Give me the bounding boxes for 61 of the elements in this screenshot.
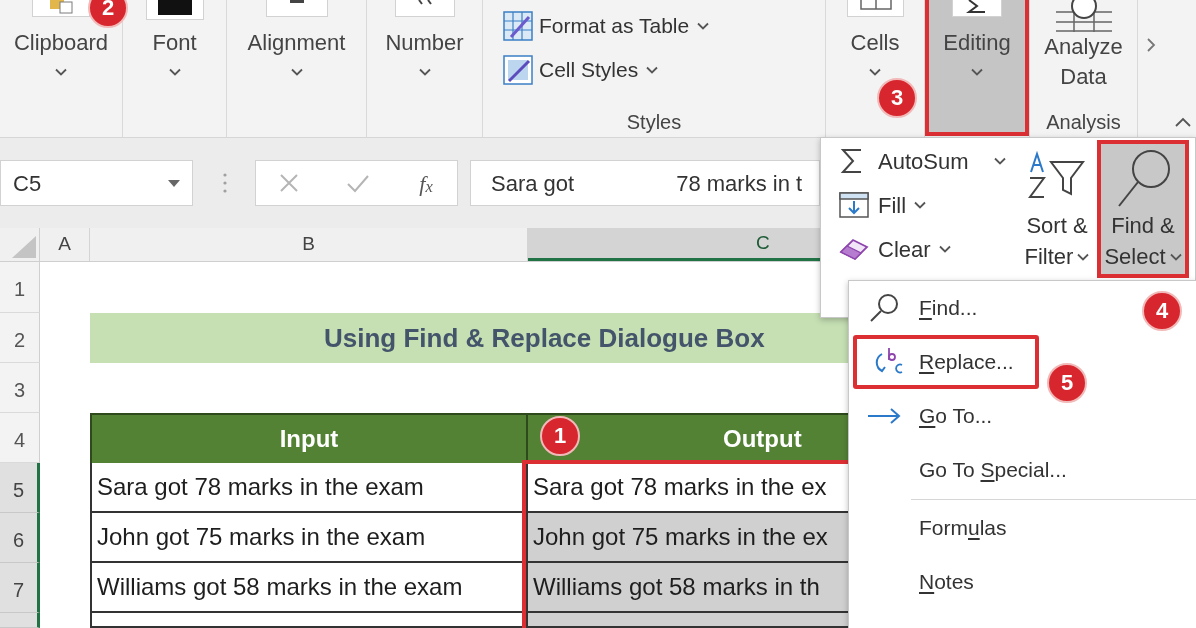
arrow-right-icon <box>867 408 901 424</box>
ribbon-group-button[interactable]: Editing <box>925 0 1029 136</box>
group-label: Analysis <box>1046 110 1121 135</box>
group-label: Styles <box>626 110 682 135</box>
dropdown-triangle-icon <box>168 179 180 187</box>
row-header[interactable]: 1 <box>0 262 40 313</box>
chevron-right-icon[interactable] <box>1146 37 1156 53</box>
chevron-down-icon <box>993 157 1006 165</box>
chevron-down-icon <box>1077 252 1090 261</box>
row-header[interactable] <box>0 613 40 628</box>
row-header[interactable]: 4 <box>0 413 40 463</box>
row-header[interactable]: 3 <box>0 363 40 413</box>
formula-field[interactable]: Sara got 78 marks in t <box>470 160 820 206</box>
sort-filter-icon <box>1027 150 1087 200</box>
sum-icon <box>952 0 1002 17</box>
table-cell: Sara got 78 marks in the exam <box>90 463 528 513</box>
name-box[interactable]: C5 <box>0 160 193 206</box>
row-header[interactable]: 7 <box>0 563 40 613</box>
menu-button[interactable]: Sort & Filter <box>1019 140 1095 278</box>
chevron-down-icon <box>55 68 67 76</box>
chevron-down-icon <box>418 68 431 76</box>
column-header[interactable]: A <box>40 228 90 261</box>
menu-command[interactable]: AutoSum <box>839 139 1019 183</box>
chevron-down-icon <box>938 245 951 253</box>
menu-item[interactable]: Formulas <box>849 501 1196 555</box>
menu-item[interactable]: Go To Special... <box>849 443 1196 497</box>
header-cell: Input <box>90 413 528 463</box>
chevron-down-icon <box>168 68 181 76</box>
row-header[interactable]: 5 <box>0 463 40 513</box>
ribbon-group-button[interactable]: Number <box>367 0 482 136</box>
chevron-down-icon <box>646 66 659 74</box>
ribbon-command[interactable]: Format as Table <box>503 6 710 46</box>
row-header[interactable]: 2 <box>0 313 40 363</box>
table-cell: Williams got 58 marks in the exam <box>90 563 528 613</box>
close-icon <box>279 173 299 193</box>
menu-item[interactable]: Replace... <box>853 335 1039 389</box>
ribbon-group-button[interactable]: Font <box>123 0 226 136</box>
analyze-data-button[interactable]: Analyze Data <box>1044 0 1123 92</box>
ribbon-command[interactable]: Cell Styles <box>503 50 710 90</box>
chevron-down-icon <box>971 68 983 76</box>
chevron-down-icon <box>869 68 881 76</box>
chevron-down-icon <box>697 22 710 30</box>
table-cell: John got 75 marks in the ex <box>528 513 848 563</box>
table-cell: John got 75 marks in the exam <box>90 513 528 563</box>
row-header[interactable]: 6 <box>0 513 40 563</box>
table-cell: Williams got 58 marks in th <box>528 563 848 613</box>
chevron-down-icon <box>914 201 927 209</box>
search-icon <box>868 293 900 323</box>
fill-down-icon <box>839 191 869 219</box>
table-style-icon <box>503 11 533 41</box>
menu-command[interactable]: Fill <box>839 183 1019 227</box>
title-cell: Using Find & Replace Dialogue Box <box>90 313 848 363</box>
menu-item[interactable]: Notes <box>849 555 1196 609</box>
chevron-down-icon <box>1169 252 1182 261</box>
ribbon-group-button[interactable]: Alignment <box>227 0 366 136</box>
menu-button[interactable]: Find & Select <box>1097 140 1189 278</box>
check-icon <box>346 173 370 193</box>
chevron-up-icon[interactable] <box>1175 117 1191 127</box>
insert-function-button[interactable]: f$_{x}$ <box>406 163 446 203</box>
chevron-down-icon <box>290 68 303 76</box>
cell-style-icon <box>503 55 533 85</box>
